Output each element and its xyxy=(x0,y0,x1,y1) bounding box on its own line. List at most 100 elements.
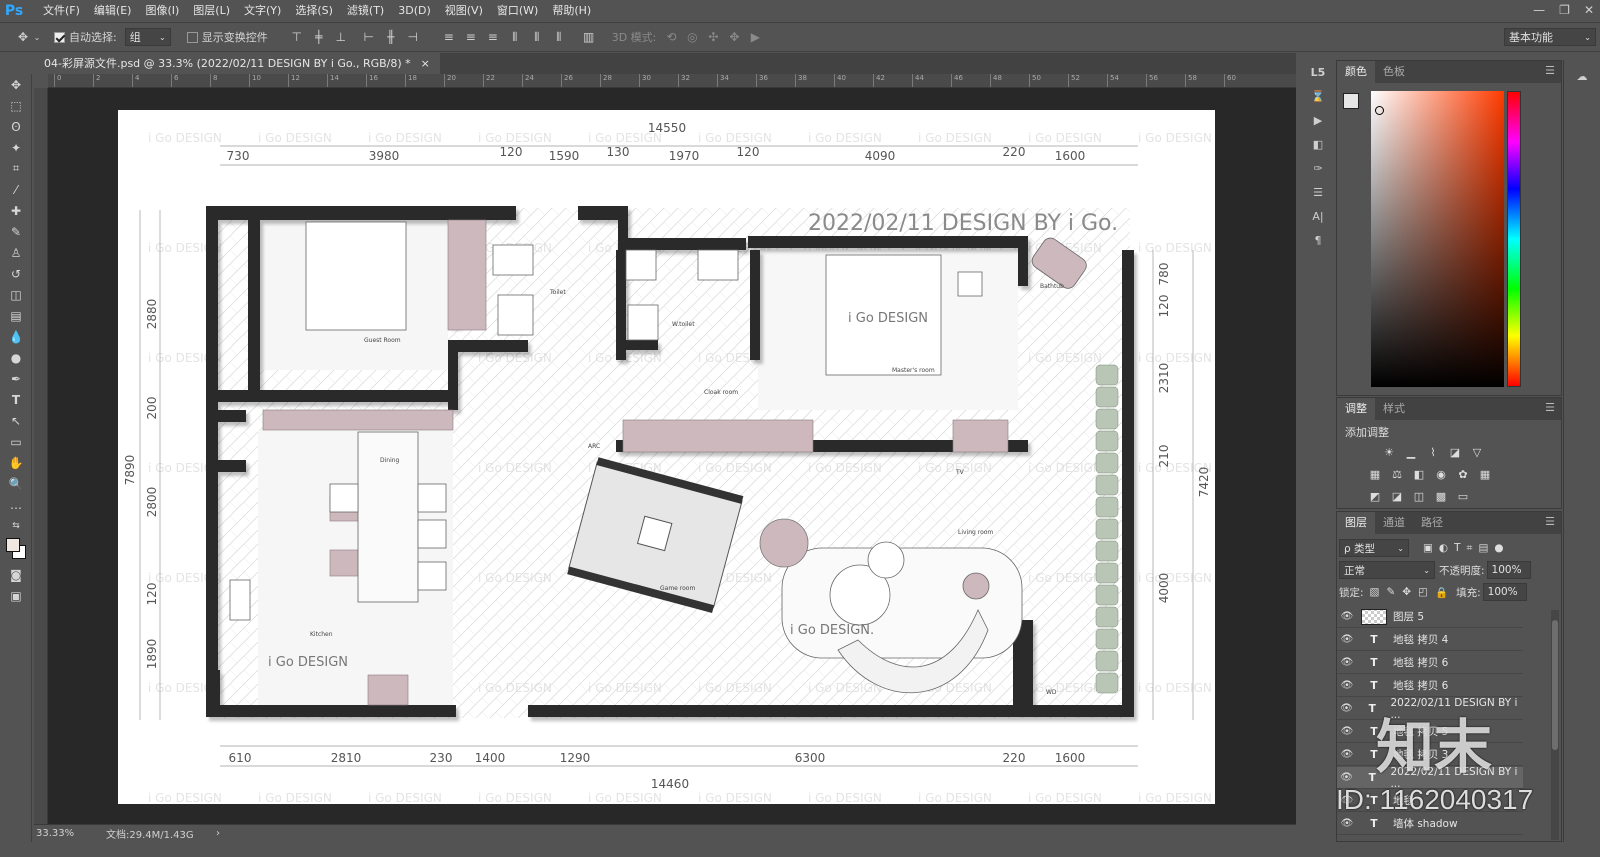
auto-select-option[interactable]: 自动选择: xyxy=(54,29,117,45)
lasso-tool-icon[interactable]: ʘ xyxy=(0,116,32,137)
panel-menu-icon[interactable]: ☰ xyxy=(1545,401,1555,414)
hue-slider[interactable] xyxy=(1507,91,1521,387)
actions-icon[interactable]: ▶ xyxy=(1304,108,1332,132)
path-selection-tool-icon[interactable]: ↖ xyxy=(0,410,32,431)
zoom-tool-icon[interactable]: 🔍 xyxy=(0,473,32,494)
align-left-icon[interactable]: ⊢ xyxy=(360,28,378,46)
layer-row[interactable]: 👁 T 地毯 xyxy=(1337,790,1523,812)
document-tab[interactable]: 04-彩屏源文件.psd @ 33.3% (2022/02/11 DESIGN … xyxy=(34,53,440,74)
posterize-icon[interactable]: ◪ xyxy=(1389,488,1405,504)
layer-comps-icon[interactable]: ◧ xyxy=(1304,132,1332,156)
history-brush-tool-icon[interactable]: ↺ xyxy=(0,263,32,284)
gradient-map-icon[interactable]: ▭ xyxy=(1455,488,1471,504)
tab-channels[interactable]: 通道 xyxy=(1375,512,1413,534)
show-transform-checkbox[interactable] xyxy=(186,31,198,43)
invert-icon[interactable]: ◩ xyxy=(1367,488,1383,504)
distribute-hcenter-icon[interactable]: ⦀ xyxy=(528,28,546,46)
tab-adjustments[interactable]: 调整 xyxy=(1337,398,1375,420)
menu-layer[interactable]: 图层(L) xyxy=(186,0,237,22)
roll-3d-icon[interactable]: ◎ xyxy=(683,28,701,46)
layer-row[interactable]: 👁 图层 5 xyxy=(1337,606,1523,628)
layer-row[interactable]: 👁 T 墙体 shadow xyxy=(1337,813,1523,835)
panel-menu-icon[interactable]: ☰ xyxy=(1545,64,1555,77)
filter-smart-icon[interactable]: ▤ xyxy=(1478,542,1488,555)
brightness-icon[interactable]: ☀ xyxy=(1381,444,1397,460)
close-window-button[interactable]: ✕ xyxy=(1584,0,1594,20)
chevron-down-icon[interactable]: ⌄ xyxy=(32,28,42,46)
visibility-eye-icon[interactable]: 👁 xyxy=(1337,634,1357,645)
filter-toggle-icon[interactable]: ● xyxy=(1494,542,1503,555)
menu-3d[interactable]: 3D(D) xyxy=(391,0,438,22)
zoom-level[interactable]: 33.33% xyxy=(36,828,100,839)
layers-scrollbar[interactable] xyxy=(1551,610,1559,840)
layer-row[interactable]: 👁 T 2022/02/11 DESIGN BY i ... xyxy=(1337,697,1523,721)
marquee-tool-icon[interactable]: ⬚ xyxy=(0,95,32,116)
auto-select-checkbox[interactable] xyxy=(54,31,65,43)
workspace-dropdown[interactable]: 基本功能 ⌄ xyxy=(1504,28,1596,46)
layer-row[interactable]: 👁 T 地毯 拷贝 6 xyxy=(1337,652,1523,674)
levels-icon[interactable]: ▁ xyxy=(1403,444,1419,460)
align-top-icon[interactable]: ⊤ xyxy=(288,28,306,46)
show-transform-option[interactable]: 显示变换控件 xyxy=(186,29,268,45)
menu-image[interactable]: 图像(I) xyxy=(138,0,186,22)
pen-tool-icon[interactable]: ✒ xyxy=(0,368,32,389)
tab-paths[interactable]: 路径 xyxy=(1413,512,1451,534)
visibility-eye-icon[interactable]: 👁 xyxy=(1337,772,1356,783)
auto-select-dropdown[interactable]: 组 ⌄ xyxy=(124,28,171,46)
minimize-button[interactable]: — xyxy=(1533,0,1545,20)
screen-mode-icon[interactable]: ▣ xyxy=(0,585,32,606)
eyedropper-tool-icon[interactable]: ⁄ xyxy=(0,179,32,200)
visibility-eye-icon[interactable]: 👁 xyxy=(1337,749,1357,760)
history-icon[interactable]: ⌛ xyxy=(1304,84,1332,108)
magic-wand-tool-icon[interactable]: ✦ xyxy=(0,137,32,158)
lock-position-icon[interactable]: ✥ xyxy=(1402,586,1411,599)
menu-edit[interactable]: 编辑(E) xyxy=(87,0,139,22)
distribute-vcenter-icon[interactable]: ≡ xyxy=(462,28,480,46)
curves-icon[interactable]: ⌇ xyxy=(1425,444,1441,460)
black-white-icon[interactable]: ◧ xyxy=(1411,466,1427,482)
blur-tool-icon[interactable]: 💧 xyxy=(0,326,32,347)
layer-row[interactable]: 👁 T 2022/02/11 DESIGN BY i ... xyxy=(1337,766,1523,790)
close-tab-icon[interactable]: × xyxy=(421,53,430,74)
gradient-tool-icon[interactable]: ▤ xyxy=(0,305,32,326)
character-icon[interactable]: A| xyxy=(1304,204,1332,228)
eraser-tool-icon[interactable]: ◫ xyxy=(0,284,32,305)
swap-colors-icon[interactable]: ⇆ xyxy=(0,515,32,536)
color-balance-icon[interactable]: ⚖ xyxy=(1389,466,1405,482)
foreground-color-swatch[interactable] xyxy=(6,538,20,552)
healing-brush-tool-icon[interactable]: ✚ xyxy=(0,200,32,221)
color-swatches[interactable] xyxy=(0,536,32,564)
clone-stamp-tool-icon[interactable]: ♙ xyxy=(0,242,32,263)
visibility-eye-icon[interactable]: 👁 xyxy=(1337,818,1357,829)
libraries-icon[interactable]: L5 xyxy=(1304,60,1332,84)
brushes-icon[interactable]: ✑ xyxy=(1304,156,1332,180)
visibility-eye-icon[interactable]: 👁 xyxy=(1337,611,1357,622)
menu-help[interactable]: 帮助(H) xyxy=(545,0,598,22)
menu-filter[interactable]: 滤镜(T) xyxy=(340,0,391,22)
auto-align-icon[interactable]: ▥ xyxy=(580,28,598,46)
visibility-eye-icon[interactable]: 👁 xyxy=(1337,680,1357,691)
more-tools-icon[interactable]: … xyxy=(0,494,32,515)
quick-mask-icon[interactable]: ◙ xyxy=(0,564,32,585)
properties-icon[interactable]: ☰ xyxy=(1304,180,1332,204)
hue-saturation-icon[interactable]: ▦ xyxy=(1367,466,1383,482)
menu-select[interactable]: 选择(S) xyxy=(288,0,340,22)
layer-row[interactable]: 👁 T 地毯 拷贝 5 xyxy=(1337,721,1523,743)
hand-tool-icon[interactable]: ✋ xyxy=(0,452,32,473)
lock-transparency-icon[interactable]: ▧ xyxy=(1370,586,1380,599)
filter-shape-icon[interactable]: ⌗ xyxy=(1467,542,1473,555)
filter-pixel-icon[interactable]: ▣ xyxy=(1423,542,1433,555)
move-tool-icon[interactable]: ✥ xyxy=(0,74,32,95)
slide-3d-icon[interactable]: ✥ xyxy=(725,28,743,46)
panel-menu-icon[interactable]: ☰ xyxy=(1545,515,1555,528)
fill-field[interactable]: 100% xyxy=(1482,583,1527,601)
layer-filter-dropdown[interactable]: ρ 类型 ⌄ xyxy=(1339,539,1409,557)
distribute-bottom-icon[interactable]: ≡ xyxy=(484,28,502,46)
selective-color-icon[interactable]: ▩ xyxy=(1433,488,1449,504)
lock-artboard-icon[interactable]: ◰ xyxy=(1418,586,1428,599)
move-tool-preset-icon[interactable]: ✥ xyxy=(14,28,32,46)
orbit-3d-icon[interactable]: ⟲ xyxy=(662,28,680,46)
align-bottom-icon[interactable]: ⊥ xyxy=(332,28,350,46)
vibrance-icon[interactable]: ▽ xyxy=(1469,444,1485,460)
menu-window[interactable]: 窗口(W) xyxy=(490,0,545,22)
